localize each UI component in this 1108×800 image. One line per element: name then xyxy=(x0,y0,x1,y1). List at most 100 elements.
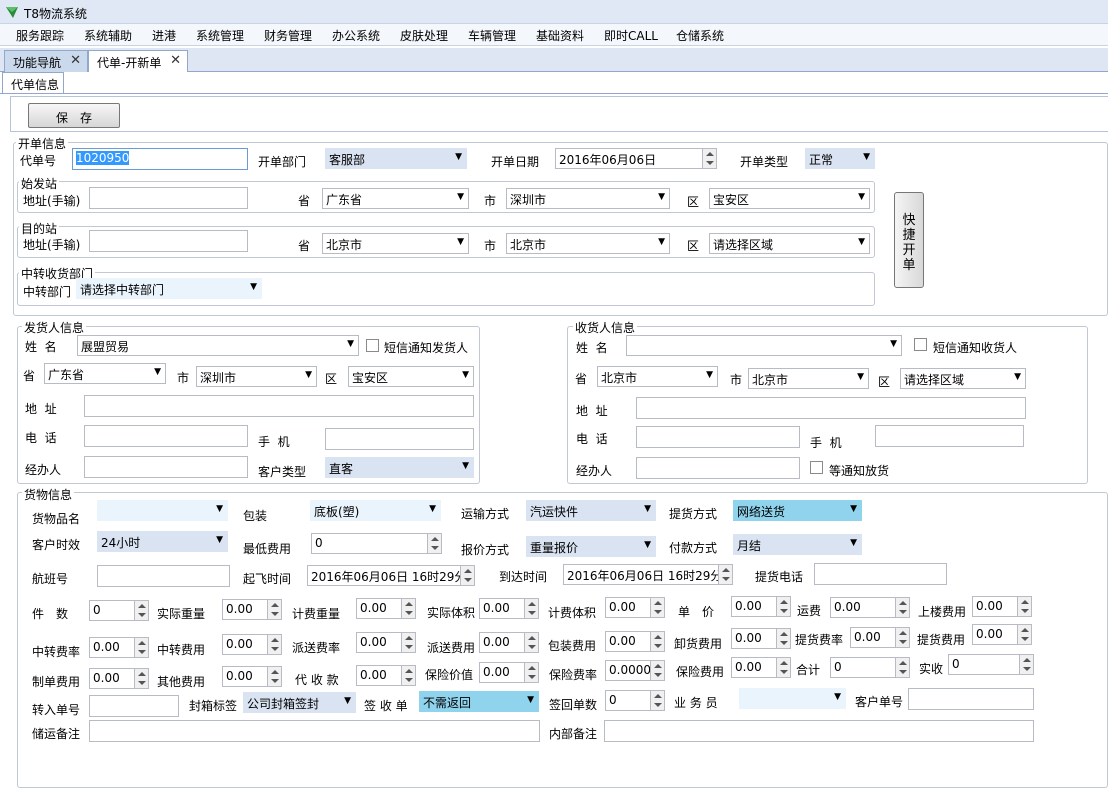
spinner-icon[interactable] xyxy=(267,635,281,654)
menu-item-warehouse[interactable]: 仓储系统 xyxy=(676,27,724,44)
origin-city-select[interactable]: 深圳市 ▼ xyxy=(506,188,670,209)
spinner-icon[interactable] xyxy=(895,658,909,677)
transfer-fee-input[interactable]: 0.00 xyxy=(222,634,282,655)
custno-input[interactable] xyxy=(908,688,1034,710)
spinner-icon[interactable] xyxy=(401,633,415,652)
spinner-icon[interactable] xyxy=(718,565,732,584)
seal-select[interactable]: 公司封箱签封 ▼ xyxy=(243,692,356,713)
spinner-icon[interactable] xyxy=(134,669,148,688)
pickup-rate-input[interactable]: 0.00 xyxy=(850,627,910,648)
signcount-input[interactable]: 0 xyxy=(605,690,665,711)
spinner-icon[interactable] xyxy=(776,597,790,616)
spinner-icon[interactable] xyxy=(524,633,538,652)
dep-picker[interactable]: 2016年06月06日 16时29分 xyxy=(307,565,475,586)
subtab-bill-info[interactable]: 代单信息 xyxy=(2,72,64,94)
spinner-icon[interactable] xyxy=(1017,625,1031,644)
spinner-icon[interactable] xyxy=(134,638,148,657)
sender-sms-checkbox[interactable] xyxy=(366,339,379,352)
insure-fee-input[interactable]: 0.00 xyxy=(731,657,791,678)
origin-addr-input[interactable] xyxy=(89,187,248,209)
receiver-mobile-input[interactable] xyxy=(875,425,1024,447)
menu-item-call[interactable]: 即时CALL xyxy=(604,27,658,44)
dest-city-select[interactable]: 北京市 ▼ xyxy=(506,233,670,254)
pack-fee-input[interactable]: 0.00 xyxy=(605,631,665,652)
receiver-addr-input[interactable] xyxy=(636,397,1026,419)
aging-select[interactable]: 24小时 ▼ xyxy=(97,531,228,552)
dept-select[interactable]: 客服部 ▼ xyxy=(325,148,467,169)
inner-input[interactable] xyxy=(604,720,1034,742)
spinner-icon[interactable] xyxy=(702,149,716,168)
dest-dist-select[interactable]: 请选择区域 ▼ xyxy=(709,233,870,254)
pickphone-input[interactable] xyxy=(814,563,947,585)
transfer-rate-input[interactable]: 0.00 xyxy=(89,637,149,658)
sales-select[interactable]: ▼ xyxy=(739,688,846,709)
type-select[interactable]: 正常 ▼ xyxy=(805,148,875,169)
menu-item-assist[interactable]: 系统辅助 xyxy=(84,27,132,44)
spinner-icon[interactable] xyxy=(776,629,790,648)
quote-select[interactable]: 重量报价 ▼ xyxy=(526,536,656,557)
remark-input[interactable] xyxy=(89,720,540,742)
delivery-rate-input[interactable]: 0.00 xyxy=(356,632,416,653)
spinner-icon[interactable] xyxy=(427,534,441,553)
menu-item-system[interactable]: 系统管理 xyxy=(196,27,244,44)
pick-select[interactable]: 网络送货 ▼ xyxy=(733,500,862,521)
delivery-fee-input[interactable]: 0.00 xyxy=(479,632,539,653)
flight-input[interactable] xyxy=(97,565,230,587)
bill-no-input[interactable]: 1020950 xyxy=(72,148,248,170)
spinner-icon[interactable] xyxy=(895,598,909,617)
spinner-icon[interactable] xyxy=(134,601,148,620)
spinner-icon[interactable] xyxy=(524,663,538,682)
unit-price-input[interactable]: 0.00 xyxy=(731,596,791,617)
receiver-city-select[interactable]: 北京市 ▼ xyxy=(748,368,869,389)
date-picker[interactable]: 2016年06月06日 xyxy=(555,148,717,169)
menu-item-base[interactable]: 基础资料 xyxy=(536,27,584,44)
spinner-icon[interactable] xyxy=(650,661,664,680)
spinner-icon[interactable] xyxy=(650,598,664,617)
spinner-icon[interactable] xyxy=(401,599,415,618)
received-input[interactable]: 0 xyxy=(948,654,1034,675)
sender-prov-select[interactable]: 广东省 ▼ xyxy=(44,363,166,384)
close-icon[interactable]: ✕ xyxy=(70,53,81,68)
in-input[interactable] xyxy=(89,695,179,717)
count-input[interactable]: 0 xyxy=(89,600,149,621)
receiver-name-select[interactable]: ▼ xyxy=(626,335,902,356)
spinner-icon[interactable] xyxy=(1019,655,1033,674)
insured-value-input[interactable]: 0.00 xyxy=(479,662,539,683)
tab-new-bill[interactable]: 代单-开新单 ✕ xyxy=(88,50,188,72)
menu-item-inbound[interactable]: 进港 xyxy=(152,27,176,44)
charge-volume-input[interactable]: 0.00 xyxy=(605,597,665,618)
pack-select[interactable]: 底板(塑) ▼ xyxy=(310,500,441,521)
unload-fee-input[interactable]: 0.00 xyxy=(731,628,791,649)
menu-item-office[interactable]: 办公系统 xyxy=(332,27,380,44)
charge-weight-input[interactable]: 0.00 xyxy=(356,598,416,619)
sender-ctype-select[interactable]: 直客 ▼ xyxy=(325,457,474,478)
actual-weight-input[interactable]: 0.00 xyxy=(222,599,282,620)
arr-picker[interactable]: 2016年06月06日 16时29分 xyxy=(563,564,733,585)
menu-item-service[interactable]: 服务跟踪 xyxy=(16,27,64,44)
pickup-fee-input[interactable]: 0.00 xyxy=(972,624,1032,645)
sender-tel-input[interactable] xyxy=(84,425,248,447)
menu-item-finance[interactable]: 财务管理 xyxy=(264,27,312,44)
transfer-select[interactable]: 请选择中转部门 ▼ xyxy=(76,278,262,299)
spinner-icon[interactable] xyxy=(1017,597,1031,616)
total-input[interactable]: 0 xyxy=(830,657,910,678)
sender-name-select[interactable]: 展盟贸易 ▼ xyxy=(77,335,359,356)
dest-prov-select[interactable]: 北京市 ▼ xyxy=(322,233,469,254)
spinner-icon[interactable] xyxy=(776,658,790,677)
spinner-icon[interactable] xyxy=(524,599,538,618)
spinner-icon[interactable] xyxy=(895,628,909,647)
receiver-prov-select[interactable]: 北京市 ▼ xyxy=(597,366,718,387)
actual-volume-input[interactable]: 0.00 xyxy=(479,598,539,619)
other-fee-input[interactable]: 0.00 xyxy=(222,666,282,687)
freight-input[interactable]: 0.00 xyxy=(830,597,910,618)
trans-select[interactable]: 汽运快件 ▼ xyxy=(526,500,656,521)
menu-item-skin[interactable]: 皮肤处理 xyxy=(400,27,448,44)
cod-input[interactable]: 0.00 xyxy=(356,665,416,686)
spinner-icon[interactable] xyxy=(267,667,281,686)
insure-rate-input[interactable]: 0.0000 xyxy=(605,660,665,681)
receiver-dist-select[interactable]: 请选择区域 ▼ xyxy=(900,368,1026,389)
sender-mobile-input[interactable] xyxy=(325,428,474,450)
sender-addr-input[interactable] xyxy=(84,395,474,417)
minfee-input[interactable]: 0 xyxy=(311,533,442,554)
pay-select[interactable]: 月结 ▼ xyxy=(733,534,862,555)
